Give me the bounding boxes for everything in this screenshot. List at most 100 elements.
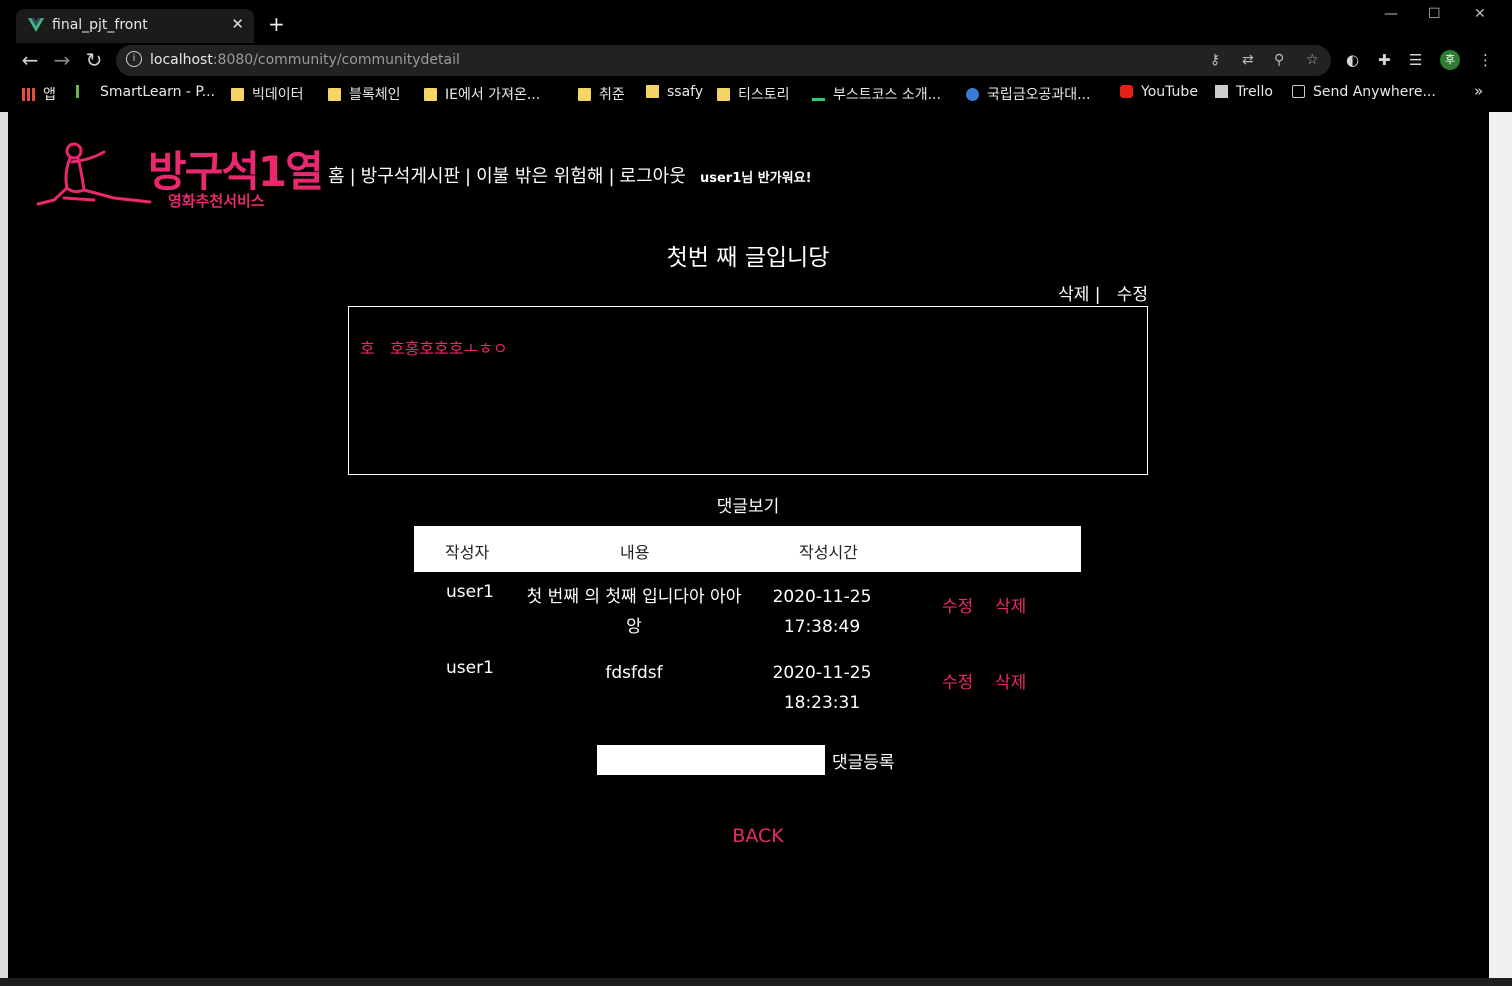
nav-community-board[interactable]: 방구석게시판 — [361, 166, 460, 187]
bookmark-label: 취준 — [599, 87, 625, 103]
send-anywhere-icon — [1292, 85, 1305, 98]
nav-outside-dangerous[interactable]: 이불 밖은 위험해 — [476, 166, 603, 187]
post-content-box: 호 호홍호호호ㅗㅎㅇ — [348, 306, 1148, 475]
comment-edit-link[interactable]: 수정 — [942, 592, 973, 617]
comment-time: 2020-11-25 18:23:31 — [772, 663, 872, 713]
folder-icon — [328, 88, 341, 101]
folder-icon — [231, 88, 244, 101]
bookmark-youtube[interactable]: YouTube — [1120, 84, 1198, 100]
bookmark-label: IE에서 가져온... — [445, 87, 541, 103]
back-link[interactable]: BACK — [708, 825, 808, 847]
bookmark-apps[interactable]: 앱 — [22, 84, 56, 104]
desktop-edge-right — [1489, 112, 1512, 986]
comment-time: 2020-11-25 17:38:49 — [772, 587, 872, 637]
bookmark-label: ssafy — [667, 84, 704, 100]
nav-separator: | — [608, 166, 615, 187]
bookmark-star-icon[interactable]: ☆ — [1306, 52, 1319, 68]
bookmark-kumoh[interactable]: 국립금오공과대... — [966, 84, 1091, 104]
forward-arrow-icon[interactable]: → — [49, 48, 75, 72]
column-content: 내용 — [620, 543, 650, 562]
window-close-icon[interactable]: ✕ — [1474, 6, 1486, 22]
comment-row: user1 fdsfdsf 2020-11-25 18:23:31 수정 삭제 — [414, 658, 1081, 730]
site-info-icon[interactable]: i — [126, 51, 142, 67]
column-created-at: 작성시간 — [799, 543, 858, 562]
extension-globe-icon[interactable]: ◐ — [1346, 51, 1359, 69]
bookmark-label: YouTube — [1141, 84, 1198, 100]
folder-icon — [717, 88, 730, 101]
comments-heading: 댓글보기 — [716, 497, 780, 517]
stretching-figure-icon — [36, 142, 152, 206]
nav-separator: | — [465, 166, 472, 187]
bookmark-label: 블록체인 — [349, 87, 401, 103]
bookmark-ssafy[interactable]: ssafy — [646, 84, 703, 100]
menu-kebab-icon[interactable]: ⋮ — [1478, 51, 1493, 69]
post-title: 첫번 째 글입니당 — [666, 245, 830, 271]
tab-close-icon[interactable]: ✕ — [231, 15, 244, 33]
comment-submit-button[interactable]: 댓글등록 — [832, 748, 895, 773]
bookmark-ie-imported[interactable]: IE에서 가져온... — [424, 84, 540, 104]
comment-delete-link[interactable]: 삭제 — [995, 592, 1026, 617]
bookmark-label: SmartLearn - P... — [100, 84, 216, 100]
bookmark-job[interactable]: 취준 — [578, 84, 625, 104]
bookmark-label: 앱 — [43, 87, 56, 103]
action-separator: | — [1089, 285, 1117, 305]
user-greeting: user1님 반가워요! — [700, 171, 812, 186]
url-path: :8080/community/communitydetail — [212, 52, 460, 68]
youtube-icon — [1120, 85, 1133, 98]
bookmark-boostcourse[interactable]: 부스트코스 소개... — [812, 84, 941, 104]
tab-title: final_pjt_front — [52, 17, 148, 33]
new-tab-icon[interactable]: + — [268, 12, 285, 36]
folder-icon — [424, 88, 437, 101]
back-arrow-icon[interactable]: ← — [17, 48, 43, 72]
url-host: localhost — [150, 52, 213, 68]
globe-icon — [966, 88, 979, 101]
nav-separator: | — [349, 166, 356, 187]
smartlearn-icon — [76, 85, 92, 98]
bookmark-smartlearn[interactable]: SmartLearn - P... — [76, 84, 215, 100]
main-nav: 홈 | 방구석게시판 | 이불 밖은 위험해 | 로그아웃 — [328, 162, 686, 188]
comment-body: 첫 번째 의 첫째 입니다아 아아앙 — [526, 587, 742, 637]
taskbar-edge — [0, 978, 1512, 986]
folder-icon — [578, 88, 591, 101]
browser-tab[interactable]: final_pjt_front ✕ — [16, 9, 254, 43]
post-delete-link[interactable]: 삭제 — [1058, 285, 1089, 305]
maximize-icon[interactable]: ☐ — [1428, 6, 1441, 22]
bookmark-label: 국립금오공과대... — [987, 87, 1091, 103]
bookmark-label: Send Anywhere... — [1313, 84, 1436, 100]
nav-home[interactable]: 홈 — [328, 166, 345, 187]
nav-logout[interactable]: 로그아웃 — [620, 166, 686, 187]
extensions-puzzle-icon[interactable]: ✚ — [1378, 51, 1391, 69]
boostcourse-icon — [812, 85, 825, 101]
comment-author: user1 — [446, 582, 494, 602]
minimize-icon[interactable]: — — [1384, 6, 1398, 22]
comment-input[interactable] — [597, 745, 825, 775]
post-content: 호 호홍호호호ㅗㅎㅇ — [360, 339, 508, 358]
desktop-edge-left — [0, 112, 8, 986]
comment-delete-link[interactable]: 삭제 — [995, 668, 1026, 693]
translate-icon[interactable]: ⇄ — [1242, 52, 1254, 68]
comment-row: user1 첫 번째 의 첫째 입니다아 아아앙 2020-11-25 17:3… — [414, 582, 1081, 654]
key-icon[interactable]: ⚷ — [1210, 52, 1220, 68]
column-author: 작성자 — [445, 543, 490, 562]
media-queue-icon[interactable]: ☰ — [1409, 51, 1422, 69]
site-logo[interactable]: 방구석1열 영화추천서비스 — [34, 140, 324, 212]
post-actions: 삭제 | 수정 — [1048, 280, 1148, 305]
bookmark-label: 티스토리 — [738, 87, 790, 103]
url-text: localhost:8080/community/communitydetail — [150, 52, 460, 68]
bookmark-tistory[interactable]: 티스토리 — [717, 84, 790, 104]
address-bar[interactable]: i localhost:8080/community/communitydeta… — [116, 45, 1331, 76]
bookmark-blockchain[interactable]: 블록체인 — [328, 84, 401, 104]
bookmarks-overflow-icon[interactable]: » — [1474, 82, 1483, 100]
bookmark-trello[interactable]: Trello — [1215, 84, 1273, 100]
vue-favicon-icon — [28, 18, 44, 32]
reload-icon[interactable]: ↻ — [81, 48, 107, 72]
comment-edit-link[interactable]: 수정 — [942, 668, 973, 693]
post-edit-link[interactable]: 수정 — [1117, 285, 1148, 305]
bookmark-bigdata[interactable]: 빅데이터 — [231, 84, 304, 104]
profile-avatar[interactable]: 후 — [1440, 50, 1460, 70]
bookmark-send-anywhere[interactable]: Send Anywhere... — [1292, 84, 1436, 100]
zoom-icon[interactable]: ⚲ — [1274, 52, 1284, 68]
bookmark-label: 빅데이터 — [252, 87, 304, 103]
comments-table-header: 작성자 내용 작성시간 — [414, 526, 1081, 572]
apps-grid-icon — [22, 88, 35, 101]
